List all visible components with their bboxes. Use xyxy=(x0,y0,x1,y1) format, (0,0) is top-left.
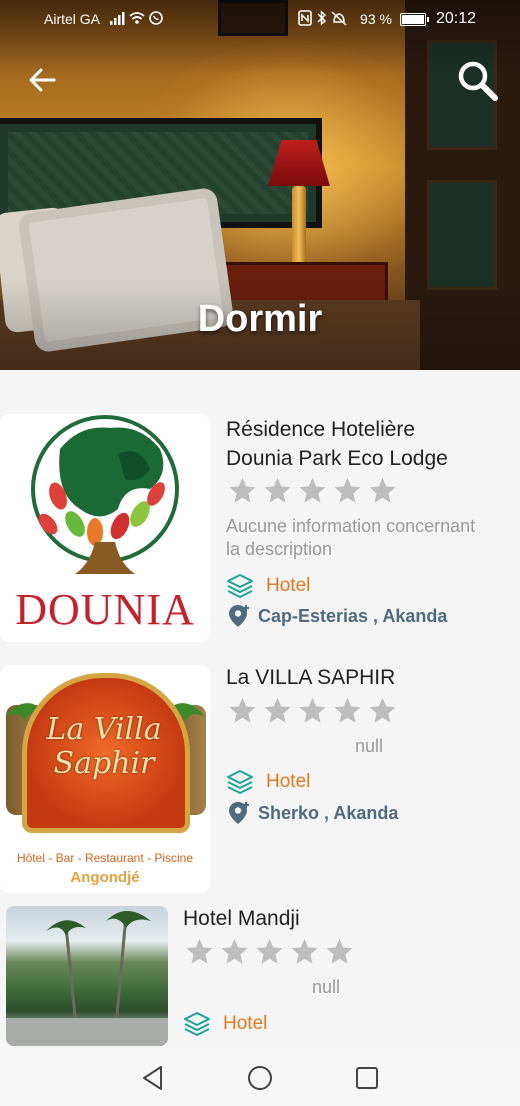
triangle-back-icon xyxy=(143,1066,163,1090)
hotel-category: Hotel xyxy=(226,572,310,600)
villa-logo-tagline: Hôtel - Bar - Restaurant - Piscine xyxy=(16,851,194,865)
rating-stars xyxy=(228,696,397,725)
location-pin-icon xyxy=(229,605,249,627)
star-icon xyxy=(229,477,256,503)
description-line1: Aucune information concernant xyxy=(226,516,476,536)
carrier-label: Airtel GA xyxy=(44,11,101,27)
hotel-name: Hotel Mandji xyxy=(183,907,300,930)
hotel-description: null xyxy=(311,977,341,997)
layers-icon xyxy=(227,770,253,794)
star-icon xyxy=(264,477,291,503)
villa-logo-place: Angondjé xyxy=(70,869,140,886)
star-icon xyxy=(326,938,353,964)
screen: Airtel GA 93 % 20:12 Dormir DOUNIA Résid… xyxy=(0,0,520,1106)
category-label: Hotel xyxy=(223,1013,268,1034)
search-icon xyxy=(458,61,498,101)
nfc-bluetooth-mute-icon xyxy=(298,9,354,29)
hotel-name: Résidence Hotelière Dounia Park Eco Lodg… xyxy=(226,415,516,473)
hotel-name: La VILLA SAPHIR xyxy=(226,666,396,689)
star-icon xyxy=(334,697,361,723)
star-icon xyxy=(299,477,326,503)
search-button[interactable] xyxy=(455,58,501,104)
star-icon xyxy=(369,697,396,723)
nav-back-button[interactable] xyxy=(133,1058,173,1098)
system-nav-bar xyxy=(0,1050,520,1106)
rating-stars xyxy=(185,937,354,966)
page-title: Dormir xyxy=(197,298,323,340)
location-label: Cap-Esterias , Akanda xyxy=(258,605,448,626)
villa-logo-script: La Villa Saphir xyxy=(46,712,162,781)
layers-icon xyxy=(184,1012,210,1036)
hotel-description: null xyxy=(354,736,384,756)
layers-icon xyxy=(227,574,253,598)
hotel-name-line1: Résidence Hotelière xyxy=(226,418,416,441)
dounia-logo-text: DOUNIA xyxy=(15,585,195,634)
circle-home-icon xyxy=(247,1066,272,1090)
battery-icon xyxy=(399,12,429,26)
hotel-photo-mandji xyxy=(6,906,168,1046)
hotel-description: Aucune information concernant la descrip… xyxy=(226,515,516,561)
location-label: Sherko , Akanda xyxy=(258,802,399,823)
star-icon xyxy=(334,477,361,503)
nav-home-button[interactable] xyxy=(240,1058,280,1098)
hotel-logo-dounia: DOUNIA xyxy=(0,414,210,642)
star-icon xyxy=(256,938,283,964)
hotel-name-line2: Dounia Park Eco Lodge xyxy=(226,447,448,470)
hotel-location: Sherko , Akanda xyxy=(228,801,398,825)
nav-recents-button[interactable] xyxy=(347,1058,387,1098)
star-icon xyxy=(299,697,326,723)
category-label: Hotel xyxy=(266,575,311,596)
hotel-location: Cap-Esterias , Akanda xyxy=(228,604,447,628)
hotel-category: Hotel xyxy=(226,768,310,796)
star-icon xyxy=(186,938,213,964)
hotel-logo-villa-saphir: La Villa Saphir Hôtel - Bar - Restaurant… xyxy=(0,665,210,893)
star-icon xyxy=(264,697,291,723)
description-line2: la description xyxy=(226,539,333,559)
star-icon xyxy=(291,938,318,964)
rating-stars xyxy=(228,476,397,505)
signal-wifi-icon xyxy=(110,10,166,28)
hotel-category: Hotel xyxy=(183,1010,267,1038)
category-label: Hotel xyxy=(266,771,311,792)
star-icon xyxy=(221,938,248,964)
star-icon xyxy=(229,697,256,723)
palm-trees-photo xyxy=(6,911,168,1046)
back-button[interactable] xyxy=(22,60,62,100)
hotel-list[interactable]: DOUNIA Résidence Hotelière Dounia Park E… xyxy=(0,370,520,1050)
star-icon xyxy=(369,477,396,503)
arrow-left-icon xyxy=(29,68,56,92)
square-recents-icon xyxy=(355,1067,378,1089)
battery-percent: 93 % xyxy=(360,11,392,27)
clock: 20:12 xyxy=(435,10,476,27)
status-bar: Airtel GA 93 % 20:12 xyxy=(0,0,520,38)
location-pin-icon xyxy=(229,802,249,824)
